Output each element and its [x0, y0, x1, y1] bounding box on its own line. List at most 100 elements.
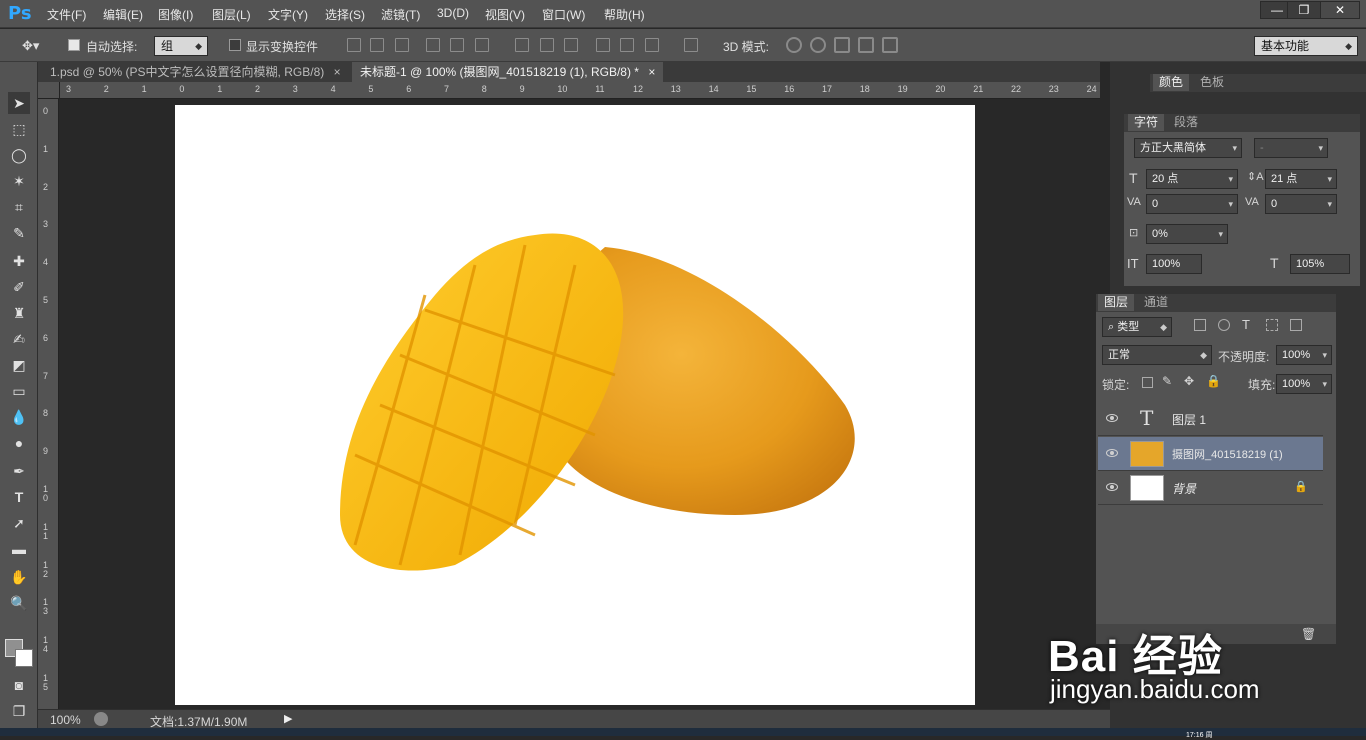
shape-layer-filter-icon[interactable]	[1266, 319, 1278, 331]
tab-doc-2[interactable]: 未标题-1 @ 100% (摄图网_401518219 (1), RGB/8) …	[352, 62, 664, 82]
align-right-icon[interactable]	[475, 38, 489, 52]
lock-position-icon[interactable]: ✥	[1184, 374, 1194, 388]
restore-button[interactable]: ❐	[1287, 1, 1321, 19]
status-options-icon[interactable]	[94, 712, 108, 726]
distribute-vcenter-icon[interactable]	[540, 38, 554, 52]
gradient-tool-icon[interactable]: ▭	[8, 380, 30, 402]
move-tool-icon[interactable]: ✥▾	[22, 38, 39, 54]
adjustment-layer-filter-icon[interactable]	[1218, 319, 1230, 331]
menu-filter[interactable]: 滤镜(T)	[381, 6, 420, 23]
visibility-eye-icon[interactable]	[1106, 483, 1118, 491]
auto-select-checkbox[interactable]	[68, 39, 80, 51]
eraser-tool-icon[interactable]: ◩	[8, 354, 30, 376]
menu-type[interactable]: 文字(Y)	[268, 6, 308, 23]
leading-field[interactable]: 21 点 ▾	[1265, 169, 1337, 189]
magic-wand-tool-icon[interactable]: ✶	[8, 170, 30, 192]
menu-file[interactable]: 文件(F)	[47, 6, 86, 23]
menu-help[interactable]: 帮助(H)	[604, 6, 645, 23]
zoom-level[interactable]: 100%	[50, 713, 81, 727]
3d-camera-icon[interactable]	[882, 37, 898, 53]
3d-roll-icon[interactable]	[810, 37, 826, 53]
3d-drag-icon[interactable]	[834, 37, 850, 53]
menu-select[interactable]: 选择(S)	[325, 6, 365, 23]
history-brush-tool-icon[interactable]: ✍	[8, 328, 30, 350]
smart-object-filter-icon[interactable]	[1290, 319, 1302, 331]
lock-pixels-icon[interactable]: ✎	[1162, 374, 1172, 388]
fill-field[interactable]: 100% ▾	[1276, 374, 1332, 394]
tab-channels[interactable]: 通道	[1138, 294, 1174, 311]
move-tool-icon[interactable]: ➤	[8, 92, 30, 114]
crop-tool-icon[interactable]: ⌗	[8, 196, 30, 218]
visibility-eye-icon[interactable]	[1106, 449, 1118, 457]
tsume-field[interactable]: 0% ▾	[1146, 224, 1228, 244]
vertical-scale-field[interactable]: 100%	[1146, 254, 1202, 274]
menu-image[interactable]: 图像(I)	[158, 6, 193, 23]
align-hcenter-icon[interactable]	[450, 38, 464, 52]
pen-tool-icon[interactable]: ✒	[8, 460, 30, 482]
visibility-eye-icon[interactable]	[1106, 414, 1118, 422]
zoom-tool-icon[interactable]: 🔍	[8, 592, 30, 614]
align-left-icon[interactable]	[426, 38, 440, 52]
distribute-bottom-icon[interactable]	[564, 38, 578, 52]
close-tab-icon[interactable]: ×	[648, 65, 655, 79]
ruler-origin[interactable]	[38, 82, 60, 99]
type-layer-filter-icon[interactable]: T	[1242, 317, 1250, 332]
menu-edit[interactable]: 编辑(E)	[103, 6, 143, 23]
eyedropper-tool-icon[interactable]: ✎	[8, 222, 30, 244]
horizontal-scale-field[interactable]: 105%	[1290, 254, 1350, 274]
quick-mask-icon[interactable]: ◙	[8, 674, 30, 696]
screen-mode-icon[interactable]: ❐	[8, 700, 30, 722]
layer-row-text[interactable]: T 图层 1	[1098, 402, 1323, 436]
menu-3d[interactable]: 3D(D)	[437, 6, 469, 20]
font-family-dropdown[interactable]: 方正大黑简体 ▾	[1134, 138, 1242, 158]
tab-paragraph[interactable]: 段落	[1168, 114, 1204, 131]
hand-tool-icon[interactable]: ✋	[8, 566, 30, 588]
menu-view[interactable]: 视图(V)	[485, 6, 525, 23]
3d-slide-icon[interactable]	[858, 37, 874, 53]
document-canvas[interactable]	[175, 105, 975, 705]
font-size-field[interactable]: 20 点 ▾	[1146, 169, 1238, 189]
tab-layers[interactable]: 图层	[1098, 294, 1135, 311]
vertical-ruler[interactable]: 0 1 2 3 4 5 6 7 8 9 1 0 1 1 1 2 1 3 1 4 1 5	[38, 99, 59, 709]
tracking-field[interactable]: 0 ▾	[1265, 194, 1337, 214]
align-vcenter-icon[interactable]	[370, 38, 384, 52]
tab-swatches[interactable]: 色板	[1194, 74, 1230, 91]
status-menu-arrow-icon[interactable]: ▶	[284, 712, 292, 725]
3d-rotate-icon[interactable]	[786, 37, 802, 53]
tab-doc-1[interactable]: 1.psd @ 50% (PS中文字怎么设置径向模糊, RGB/8) ×	[42, 62, 349, 82]
blend-mode-dropdown[interactable]: 正常 ◆	[1102, 345, 1212, 365]
blur-tool-icon[interactable]: 💧	[8, 406, 30, 428]
layer-filter-dropdown[interactable]: ⌕ 类型 ◆	[1102, 317, 1172, 337]
distribute-top-icon[interactable]	[515, 38, 529, 52]
shape-tool-icon[interactable]: ▬	[8, 538, 30, 560]
distribute-hcenter-icon[interactable]	[620, 38, 634, 52]
lock-all-icon[interactable]: 🔒	[1206, 374, 1221, 388]
align-bottom-icon[interactable]	[395, 38, 409, 52]
menu-layer[interactable]: 图层(L)	[212, 6, 251, 23]
auto-select-dropdown[interactable]: 组 ◆	[154, 36, 208, 56]
dodge-tool-icon[interactable]: ●	[8, 432, 30, 454]
layer-row-smart-object[interactable]: 摄图网_401518219 (1)	[1098, 437, 1323, 471]
horizontal-ruler[interactable]: 3 2 1 0 1 2 3 4 5 6 7 8 9 10 11 12 13 14 15 16 17 18 19 20 21 22 2…	[60, 82, 1100, 99]
close-window-button[interactable]: ✕	[1320, 1, 1360, 19]
workspace-dropdown[interactable]: 基本功能 ◆	[1254, 36, 1358, 56]
font-style-dropdown[interactable]: - ▾	[1254, 138, 1328, 158]
healing-brush-tool-icon[interactable]: ✚	[8, 250, 30, 272]
menu-window[interactable]: 窗口(W)	[542, 6, 585, 23]
lock-transparent-icon[interactable]	[1142, 377, 1153, 388]
layer-row-background[interactable]: 背景 🔒	[1098, 471, 1323, 505]
opacity-field[interactable]: 100% ▾	[1276, 345, 1332, 365]
tab-character[interactable]: 字符	[1128, 114, 1165, 131]
type-tool-icon[interactable]: T	[8, 486, 30, 508]
kerning-field[interactable]: 0 ▾	[1146, 194, 1238, 214]
distribute-right-icon[interactable]	[645, 38, 659, 52]
pixel-layer-filter-icon[interactable]	[1194, 319, 1206, 331]
distribute-left-icon[interactable]	[596, 38, 610, 52]
path-selection-tool-icon[interactable]: ➚	[8, 512, 30, 534]
auto-align-icon[interactable]	[684, 38, 698, 52]
align-top-icon[interactable]	[347, 38, 361, 52]
clone-stamp-tool-icon[interactable]: ♜	[8, 302, 30, 324]
brush-tool-icon[interactable]: ✐	[8, 276, 30, 298]
tab-color[interactable]: 颜色	[1153, 74, 1190, 91]
marquee-tool-icon[interactable]: ⬚	[8, 118, 30, 140]
